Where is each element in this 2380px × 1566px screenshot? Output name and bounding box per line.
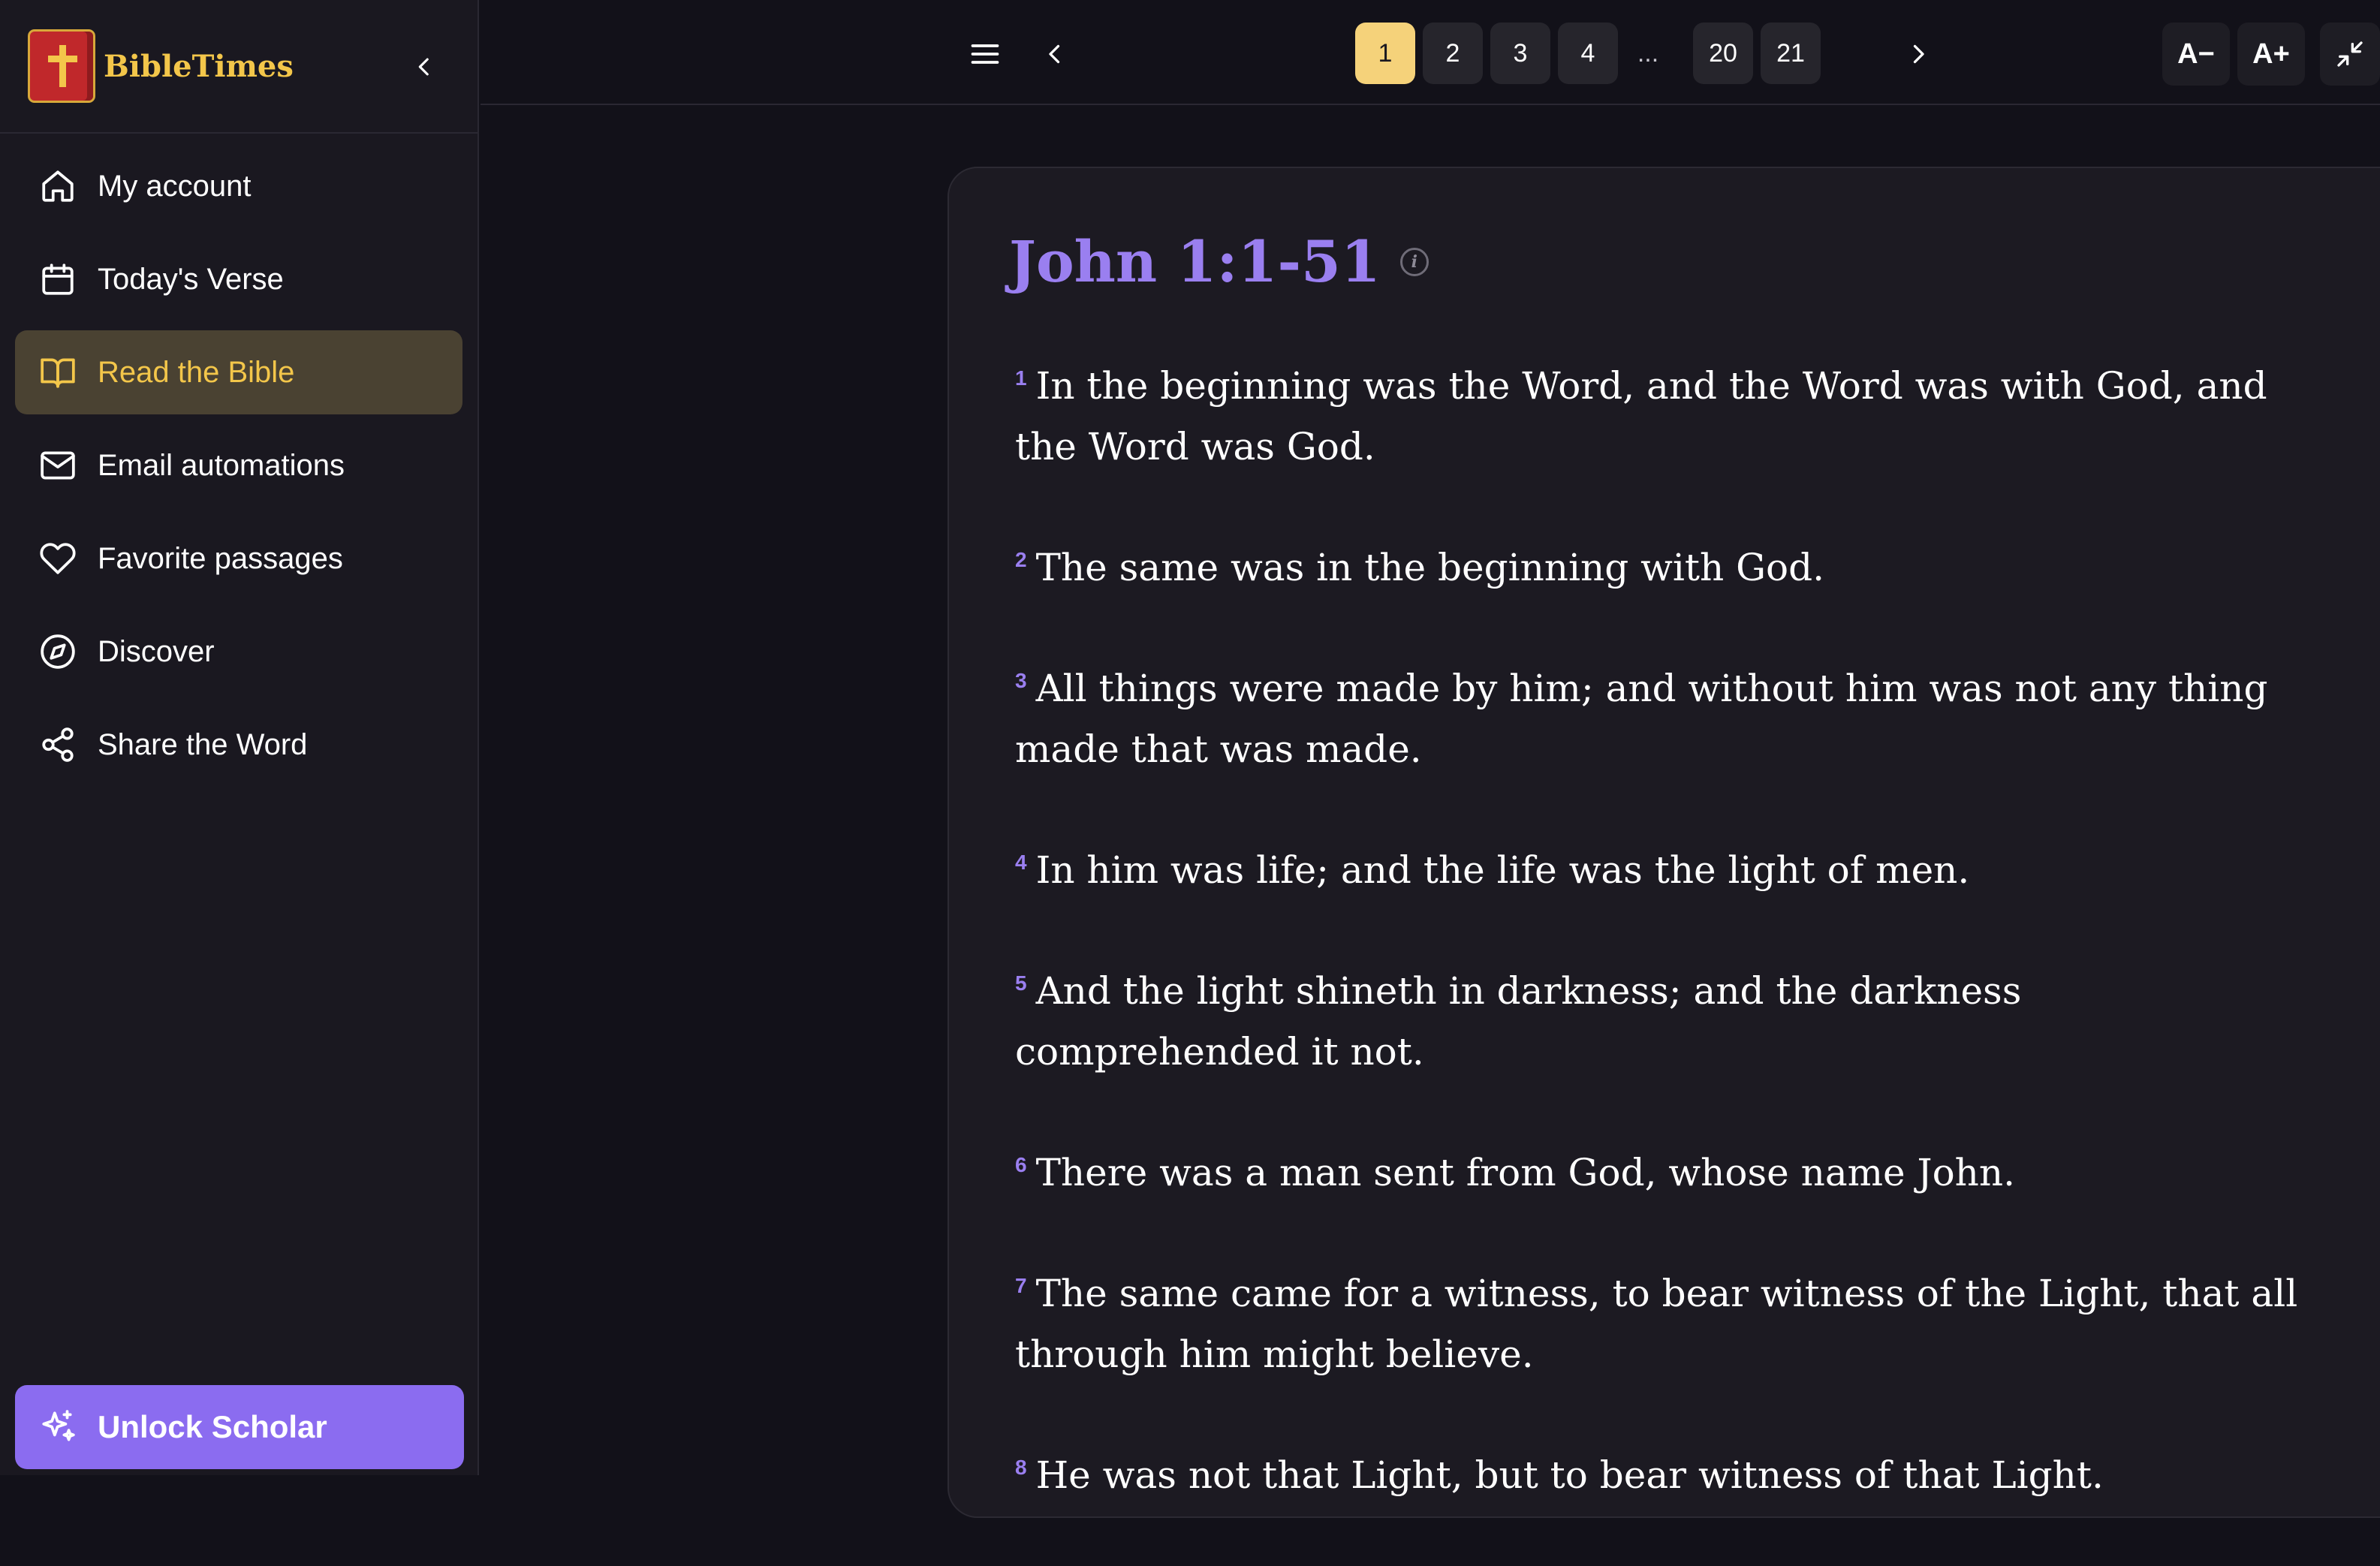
sparkles-icon bbox=[42, 1410, 75, 1441]
menu-icon bbox=[971, 44, 999, 64]
brand-header: BibleTimes bbox=[0, 0, 478, 134]
pagination-ellipsis: ... bbox=[1637, 38, 1659, 68]
compass-icon bbox=[41, 634, 75, 669]
previous-chapter-button[interactable] bbox=[1029, 23, 1081, 86]
sidebar-item-my-account[interactable]: My account bbox=[15, 144, 462, 228]
page-button-20[interactable]: 20 bbox=[1693, 23, 1753, 84]
book-open-icon bbox=[41, 358, 75, 388]
sidebar-item-label: Discover bbox=[98, 634, 215, 668]
unlock-scholar-label: Unlock Scholar bbox=[98, 1409, 327, 1444]
verse-text: There was a man sent from God, whose nam… bbox=[1035, 1151, 2015, 1194]
verse-text: The same was in the beginning with God. bbox=[1035, 546, 1825, 589]
decrease-font-button[interactable]: A− bbox=[2162, 23, 2230, 86]
page-number: 21 bbox=[1776, 38, 1805, 68]
share-icon bbox=[42, 727, 74, 762]
sidebar-item-label: Read the Bible bbox=[98, 355, 295, 389]
mail-icon bbox=[41, 451, 75, 480]
collapse-sidebar-button[interactable] bbox=[398, 41, 450, 93]
page-number: 1 bbox=[1378, 38, 1393, 68]
sidebar-item-label: Favorite passages bbox=[98, 541, 343, 575]
chevron-left-icon bbox=[1049, 44, 1060, 64]
calendar-icon bbox=[42, 264, 74, 295]
sidebar-item-label: My account bbox=[98, 169, 252, 203]
verse-number: 4 bbox=[1015, 851, 1027, 875]
sidebar-item-read-the-bible[interactable]: Read the Bible bbox=[15, 330, 462, 414]
verse-number: 3 bbox=[1015, 669, 1027, 693]
sidebar-item-share-the-word[interactable]: Share the Word bbox=[15, 703, 462, 787]
sidebar-item-email-automations[interactable]: Email automations bbox=[15, 423, 462, 507]
verse-number: 6 bbox=[1015, 1153, 1027, 1177]
passage-title: John 1:1-51 bbox=[1009, 228, 1381, 295]
verse[interactable]: 1 In the beginning was the Word, and the … bbox=[1015, 356, 2306, 477]
reader-toolbar: 1 2 3 4 ... 20 21 A− A+ bbox=[481, 0, 2380, 105]
sidebar-item-todays-verse[interactable]: Today's Verse bbox=[15, 237, 462, 321]
sidebar: BibleTimes My account Today's Verse Read… bbox=[0, 0, 479, 1475]
sidebar-nav: My account Today's Verse Read the Bible … bbox=[0, 134, 478, 787]
sidebar-item-discover[interactable]: Discover bbox=[15, 610, 462, 694]
chevron-right-icon bbox=[1913, 44, 1924, 64]
verse[interactable]: 2 The same was in the beginning with God. bbox=[1015, 538, 2306, 598]
verse[interactable]: 4 In him was life; and the life was the l… bbox=[1015, 840, 2306, 901]
page-button-1[interactable]: 1 bbox=[1355, 23, 1415, 84]
passage-heading: John 1:1-51 i bbox=[1009, 228, 1429, 295]
verse-number: 7 bbox=[1015, 1274, 1027, 1298]
verse-number: 1 bbox=[1015, 366, 1027, 390]
minimize-icon bbox=[2337, 41, 2363, 67]
verse-text: In him was life; and the life was the li… bbox=[1035, 848, 1970, 892]
verse[interactable]: 3 All things were made by him; and withou… bbox=[1015, 658, 2306, 780]
page-button-21[interactable]: 21 bbox=[1761, 23, 1821, 84]
reading-card: John 1:1-51 i 1 In the beginning was the … bbox=[947, 167, 2380, 1518]
verse-text: In the beginning was the Word, and the W… bbox=[1015, 364, 2267, 468]
verse-number: 8 bbox=[1015, 1456, 1027, 1480]
verse-text: He was not that Light, but to bear witne… bbox=[1035, 1453, 2104, 1497]
verse-number: 2 bbox=[1015, 548, 1027, 572]
verse-number: 5 bbox=[1015, 971, 1027, 995]
verse[interactable]: 5 And the light shineth in darkness; and … bbox=[1015, 961, 2306, 1083]
brand-name: BibleTimes bbox=[104, 48, 294, 84]
heart-icon bbox=[40, 543, 76, 574]
increase-font-button[interactable]: A+ bbox=[2237, 23, 2305, 86]
home-icon bbox=[42, 170, 74, 202]
page-number: 3 bbox=[1513, 38, 1528, 68]
verse[interactable]: 8 He was not that Light, but to bear witn… bbox=[1015, 1445, 2306, 1506]
page-number: 2 bbox=[1445, 38, 1460, 68]
page-button-2[interactable]: 2 bbox=[1423, 23, 1483, 84]
sidebar-item-label: Today's Verse bbox=[98, 262, 284, 296]
page-number: 20 bbox=[1709, 38, 1737, 68]
verse[interactable]: 7 The same came for a witness, to bear wi… bbox=[1015, 1263, 2306, 1385]
next-chapter-button[interactable] bbox=[1892, 23, 1945, 86]
page-button-4[interactable]: 4 bbox=[1558, 23, 1618, 84]
verse-list: 1 In the beginning was the Word, and the … bbox=[1015, 356, 2306, 1566]
unlock-scholar-button[interactable]: Unlock Scholar bbox=[15, 1385, 464, 1469]
page-button-3[interactable]: 3 bbox=[1490, 23, 1550, 84]
verse[interactable]: 6 There was a man sent from God, whose na… bbox=[1015, 1143, 2306, 1203]
verse-text: The same came for a witness, to bear wit… bbox=[1015, 1272, 2298, 1376]
sidebar-item-label: Share the Word bbox=[98, 727, 308, 761]
verse-text: And the light shineth in darkness; and t… bbox=[1015, 969, 2022, 1074]
chevron-left-icon bbox=[418, 58, 429, 76]
sidebar-item-label: Email automations bbox=[98, 448, 345, 482]
bible-logo-icon bbox=[30, 32, 93, 101]
info-icon[interactable]: i bbox=[1399, 247, 1429, 276]
page-number: 4 bbox=[1580, 38, 1595, 68]
verse-text: All things were made by him; and without… bbox=[1015, 667, 2268, 771]
chapter-menu-button[interactable] bbox=[954, 23, 1017, 86]
sidebar-item-favorite-passages[interactable]: Favorite passages bbox=[15, 516, 462, 601]
exit-fullscreen-button[interactable] bbox=[2320, 23, 2380, 86]
info-glyph: i bbox=[1411, 251, 1417, 272]
